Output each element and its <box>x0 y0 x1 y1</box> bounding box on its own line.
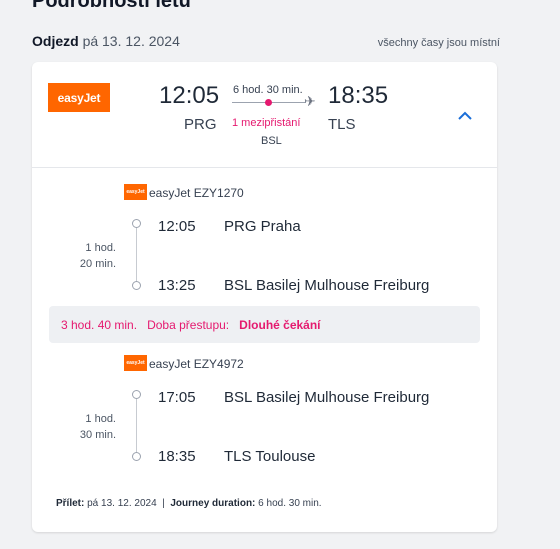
segment-duration: 1 hod. 20 min. <box>56 240 116 272</box>
departure-label: Odjezd <box>32 33 79 49</box>
summary-arrival-time: 18:35 <box>328 82 389 109</box>
summary-departure-time: 12:05 <box>159 82 220 109</box>
segment-arrival-time: 13:25 <box>158 277 196 294</box>
segment-arrival-place: BSL Basilej Mulhouse Freiburg <box>224 277 430 294</box>
segment-departure-time: 17:05 <box>158 389 196 406</box>
arrival-label: Přílet: <box>56 498 85 509</box>
airline-logo: easyJet <box>48 83 110 112</box>
timeline-node <box>132 219 141 228</box>
journey-duration-label: Journey duration: <box>170 498 256 509</box>
layover-label: Doba přestupu: <box>147 318 230 332</box>
layover-duration: 3 hod. 40 min. <box>61 318 138 332</box>
segment-arrival-time: 18:35 <box>158 448 196 465</box>
segment-duration-hours: 1 hod. <box>85 413 116 425</box>
flight-detail-card: easyJet 12:05 6 hod. 30 min. ✈ 18:35 PRG… <box>32 62 497 532</box>
layover-note: Dlouhé čekání <box>239 318 321 332</box>
segment-airline-logo: easyJet <box>124 355 147 371</box>
segment-duration: 1 hod. 30 min. <box>56 411 116 443</box>
timeline-node <box>132 390 141 399</box>
footer-separator: | <box>162 498 165 509</box>
local-times-note: všechny časy jsou místní <box>377 37 500 49</box>
journey-footer: Přílet: pá 13. 12. 2024 | Journey durati… <box>56 498 322 509</box>
summary-departure-code: PRG <box>184 116 217 133</box>
departure-date: pá 13. 12. 2024 <box>82 33 180 49</box>
timeline-line <box>136 395 137 455</box>
journey-duration-value: 6 hod. 30 min. <box>258 498 322 509</box>
timeline-line <box>136 224 137 284</box>
segment-duration-hours: 1 hod. <box>85 242 116 254</box>
layover-banner: 3 hod. 40 min. Doba přestupu: Dlouhé ček… <box>49 306 480 343</box>
summary-via: BSL <box>261 135 282 147</box>
segment-flight-number: easyJet EZY4972 <box>149 357 244 371</box>
segment-arrival-place: TLS Toulouse <box>224 448 316 465</box>
segment-duration-minutes: 20 min. <box>79 258 116 270</box>
arrival-date: pá 13. 12. 2024 <box>87 498 157 509</box>
page-title: Podrobnosti letu <box>32 0 191 12</box>
timeline-node <box>132 452 141 461</box>
segment-departure-place: PRG Praha <box>224 218 301 235</box>
chevron-up-icon[interactable] <box>454 104 476 126</box>
segment-airline-logo: easyJet <box>124 184 147 200</box>
departure-line: Odjezd pá 13. 12. 2024 <box>32 33 180 49</box>
segment-flight-number: easyJet EZY1270 <box>149 186 244 200</box>
summary-stops: 1 mezipřistání <box>232 117 301 129</box>
flight-summary: easyJet 12:05 6 hod. 30 min. ✈ 18:35 PRG… <box>32 62 497 168</box>
segment-duration-minutes: 30 min. <box>79 429 116 441</box>
summary-duration: 6 hod. 30 min. <box>233 84 303 96</box>
segment-departure-place: BSL Basilej Mulhouse Freiburg <box>224 389 430 406</box>
segment-departure-time: 12:05 <box>158 218 196 235</box>
plane-icon: ✈ <box>304 93 316 109</box>
stop-dot <box>265 99 272 106</box>
summary-arrival-code: TLS <box>328 116 356 133</box>
timeline-node <box>132 281 141 290</box>
